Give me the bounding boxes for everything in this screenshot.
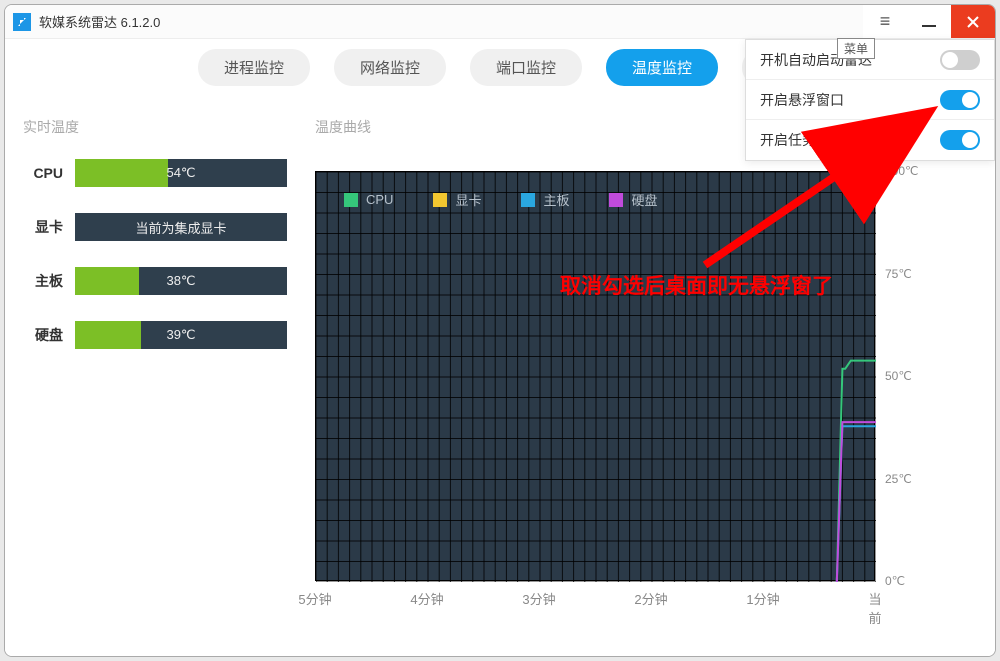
minimize-button[interactable] [907, 5, 951, 38]
tab-0[interactable]: 进程监控 [198, 49, 310, 86]
temp-label: 硬盘 [23, 325, 63, 345]
settings-toggle-1[interactable] [940, 90, 980, 110]
menu-tooltip: 菜单 [837, 38, 875, 59]
title-bar: 软媒系统雷达 6.1.2.0 ≡ [5, 5, 995, 39]
temp-bar: 39℃ [75, 321, 287, 349]
settings-toggle-2[interactable] [940, 130, 980, 150]
chart-legend: CPU 显卡 主板 硬盘 [344, 190, 658, 209]
legend-CPU: CPU [344, 192, 393, 207]
settings-toggle-0[interactable] [940, 50, 980, 70]
temp-bar: 当前为集成显卡 [75, 213, 287, 241]
app-title: 软媒系统雷达 6.1.2.0 [39, 12, 160, 31]
x-tick: 2分钟 [634, 589, 667, 608]
annotation-text: 取消勾选后桌面即无悬浮窗了 [560, 270, 833, 300]
legend-硬盘: 硬盘 [609, 190, 657, 209]
app-icon [13, 13, 31, 31]
temp-label: 主板 [23, 271, 63, 291]
settings-row-1: 开启悬浮窗口 [746, 80, 994, 120]
temp-label: 显卡 [23, 217, 63, 237]
x-tick: 4分钟 [410, 589, 443, 608]
temp-value: 54℃ [166, 165, 195, 181]
legend-显卡: 显卡 [433, 190, 481, 209]
x-tick: 5分钟 [298, 589, 331, 608]
temp-row-主板: 主板 38℃ [23, 267, 287, 295]
temp-row-显卡: 显卡 当前为集成显卡 [23, 213, 287, 241]
realtime-panel: 实时温度 CPU 54℃ 显卡 当前为集成显卡主板 38℃ 硬盘 39℃ [5, 95, 305, 656]
temp-value: 39℃ [166, 327, 195, 343]
x-tick: 1分钟 [746, 589, 779, 608]
y-tick: 75℃ [885, 267, 912, 281]
chart-panel: 温度曲线 CPU显卡主板硬盘 0℃25℃50℃75℃100℃ 5分钟4分钟3分钟… [305, 95, 995, 656]
temp-row-CPU: CPU 54℃ [23, 159, 287, 187]
temp-bar: 54℃ [75, 159, 287, 187]
tab-1[interactable]: 网络监控 [334, 49, 446, 86]
temp-bar: 38℃ [75, 267, 287, 295]
temp-row-硬盘: 硬盘 39℃ [23, 321, 287, 349]
temp-value: 当前为集成显卡 [135, 218, 226, 237]
chart-plot: CPU 显卡 主板 硬盘 [315, 171, 875, 581]
x-tick: 3分钟 [522, 589, 555, 608]
settings-row-2: 开启任务栏窗口 [746, 120, 994, 160]
temp-label: CPU [23, 165, 63, 181]
tab-2[interactable]: 端口监控 [470, 49, 582, 86]
y-tick: 25℃ [885, 472, 912, 486]
realtime-title: 实时温度 [23, 117, 287, 137]
legend-主板: 主板 [521, 190, 569, 209]
close-button[interactable] [951, 5, 995, 38]
temp-value: 38℃ [166, 273, 195, 289]
y-tick: 50℃ [885, 369, 912, 383]
y-tick: 0℃ [885, 574, 905, 588]
settings-label: 开启悬浮窗口 [760, 90, 844, 110]
tab-3[interactable]: 温度监控 [606, 49, 718, 86]
menu-button[interactable]: ≡ [863, 5, 907, 38]
window-controls: ≡ [863, 5, 995, 38]
x-tick: 当前 [868, 589, 881, 627]
y-tick: 100℃ [885, 164, 919, 178]
settings-label: 开启任务栏窗口 [760, 130, 858, 150]
